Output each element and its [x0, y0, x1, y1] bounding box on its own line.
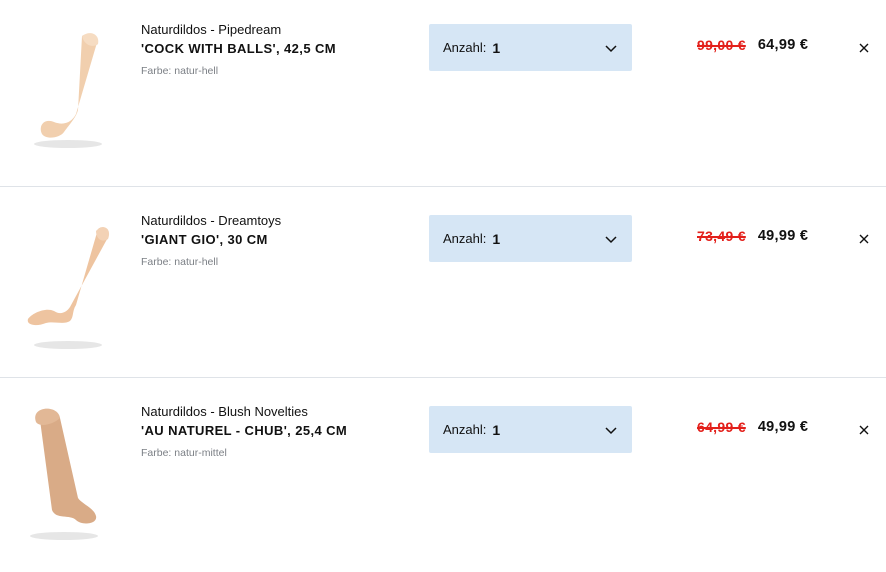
price-block: 64,99 € 49,99 €	[697, 419, 808, 435]
price-block: 99,00 € 64,99 €	[697, 37, 808, 53]
old-price: 73,49 €	[697, 228, 746, 244]
product-category: Naturdildos - Dreamtoys	[141, 213, 282, 228]
new-price: 49,99 €	[757, 228, 809, 244]
product-image-illustration	[34, 33, 102, 148]
quantity-label: Anzahl:	[443, 231, 487, 246]
divider	[0, 377, 886, 378]
cart-item: Naturdildos - Pipedream 'COCK WITH BALLS…	[0, 0, 886, 190]
quantity-value: 1	[492, 230, 501, 247]
cart-item: Naturdildos - Blush Novelties 'AU NATURE…	[0, 382, 886, 572]
product-color: Farbe: natur-hell	[141, 65, 219, 77]
divider	[0, 186, 886, 187]
product-category: Naturdildos - Pipedream	[141, 22, 282, 37]
product-image[interactable]	[20, 400, 120, 540]
close-icon[interactable]	[857, 423, 871, 437]
product-category: Naturdildos - Blush Novelties	[141, 404, 308, 419]
quantity-value: 1	[492, 421, 501, 438]
quantity-value: 1	[492, 39, 501, 56]
product-image[interactable]	[20, 209, 120, 349]
quantity-label: Anzahl:	[443, 40, 487, 55]
product-image-illustration	[27, 227, 110, 349]
product-title[interactable]: 'COCK WITH BALLS', 42,5 CM	[141, 41, 336, 57]
product-image-illustration	[30, 408, 98, 540]
close-icon[interactable]	[857, 41, 871, 55]
product-color: Farbe: natur-mittel	[141, 447, 227, 459]
close-icon[interactable]	[857, 232, 871, 246]
product-color: Farbe: natur-hell	[141, 256, 219, 268]
product-title[interactable]: 'GIANT GIO', 30 CM	[141, 232, 281, 248]
old-price: 99,00 €	[697, 37, 746, 53]
product-image[interactable]	[20, 18, 120, 158]
cart-item: Naturdildos - Dreamtoys 'GIANT GIO', 30 …	[0, 191, 886, 381]
new-price: 49,99 €	[757, 419, 809, 435]
quantity-select[interactable]: Anzahl: 1	[429, 24, 632, 71]
product-title[interactable]: 'AU NATUREL - CHUB', 25,4 CM	[141, 423, 347, 439]
new-price: 64,99 €	[757, 37, 809, 53]
chevron-down-icon	[604, 423, 618, 437]
old-price: 64,99 €	[697, 419, 746, 435]
quantity-select[interactable]: Anzahl: 1	[429, 215, 632, 262]
chevron-down-icon	[604, 232, 618, 246]
quantity-select[interactable]: Anzahl: 1	[429, 406, 632, 453]
quantity-label: Anzahl:	[443, 422, 487, 437]
price-block: 73,49 € 49,99 €	[697, 228, 808, 244]
chevron-down-icon	[604, 41, 618, 55]
